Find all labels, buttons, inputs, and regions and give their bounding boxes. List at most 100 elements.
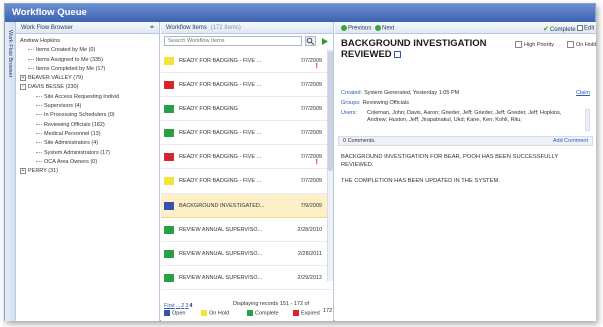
pager-display-text: Displaying records 151 - 172 of	[233, 301, 310, 307]
tree-node[interactable]: Medical Personnel (13)	[20, 130, 155, 139]
item-title: BACKGROUND INVESTIGATION REVIEWED	[341, 38, 516, 60]
add-comment-link[interactable]: Add Comment	[553, 138, 588, 144]
workflow-item-date: 7/7/2009	[300, 130, 322, 137]
workflow-item-row[interactable]: READY FOR BADGING - FIVE ... 7/7/2009	[161, 169, 332, 194]
workflow-items-list: READY FOR BADGING - FIVE ... 7/7/2009! REA…	[161, 49, 332, 290]
detail-toolbar: Previous Next ✔Complete Edit	[335, 22, 596, 34]
previous-label: Previous	[348, 25, 372, 32]
previous-icon	[341, 25, 347, 31]
workflow-item-name: REVIEW ANNUAL SUPERVISO...	[179, 226, 263, 233]
workflow-item-row[interactable]: READY FOR BADGING - FIVE ... 7/7/2009!	[161, 145, 332, 170]
pager-links: First...234	[164, 303, 193, 309]
workflow-item-row[interactable]: READY FOR BADGING - FIVE ... 7/7/2009!	[161, 49, 332, 74]
tree-connector	[28, 67, 34, 69]
legend-swatch	[201, 310, 207, 316]
collapsed-browser-strip[interactable]: Work Flow Browser	[5, 22, 16, 321]
workflow-item-row[interactable]: REVIEW ANNUAL SUPERVISO... 2/29/2012	[161, 266, 332, 290]
priority-flag-icon: !	[315, 159, 318, 167]
legend-label: On Hold	[209, 310, 230, 317]
claim-link[interactable]: Claim	[576, 90, 590, 96]
expand-icon[interactable]: +	[20, 74, 26, 81]
check-icon: ✔	[543, 26, 549, 33]
status-swatch	[164, 249, 174, 258]
workflow-item-name: READY FOR BADGING - FIVE ...	[179, 130, 262, 137]
workflow-item-name: READY FOR BADGING - FIVE ...	[179, 58, 262, 64]
search-icon[interactable]	[305, 36, 316, 46]
workflow-item-row[interactable]: REVIEW ANNUAL SUPERVISO... 2/28/2011	[161, 242, 332, 266]
edit-icon	[577, 25, 583, 31]
tree-node-label: Supervisors (4)	[44, 103, 82, 110]
legend-item-open: Open	[164, 310, 185, 318]
workflow-items-title: Workflow Items	[166, 25, 207, 31]
tree-connector	[36, 151, 42, 153]
pin-icon[interactable]: ⌖	[150, 24, 154, 32]
workflow-browser-pane: Work Flow Browser ⌖ Andrew Hopkins Items …	[16, 22, 160, 321]
expand-icon[interactable]: +	[20, 167, 26, 174]
complete-label: Complete	[549, 27, 576, 33]
tree-node[interactable]: Supervisors (4)	[20, 102, 155, 111]
pager-page-link[interactable]: 2	[181, 303, 184, 309]
workflow-item-row[interactable]: READY FOR BADGING 7/7/2009	[161, 97, 332, 122]
workflow-browser-title: Work Flow Browser	[21, 25, 73, 31]
tree-node[interactable]: Items Completed by Me (17)	[20, 65, 155, 74]
next-button[interactable]: Next	[375, 25, 394, 32]
items-scrollbar-thumb[interactable]	[328, 51, 333, 171]
workflow-item-row[interactable]: BACKGROUND INVESTIGATED... 7/9/2009	[161, 193, 332, 218]
open-external-icon[interactable]	[393, 50, 401, 58]
tree-node[interactable]: Items Created by Me (0)	[20, 46, 155, 55]
tree-node[interactable]: In Processing Schedulers (0)	[20, 111, 155, 120]
go-arrow-icon[interactable]	[320, 37, 329, 46]
items-scrollbar[interactable]	[327, 49, 333, 281]
tree-node[interactable]: System Administrators (17)	[20, 149, 155, 158]
tree-node[interactable]: Site Access Requesting Individ	[20, 93, 155, 102]
tree-node-label: In Processing Schedulers (0)	[44, 112, 115, 119]
workflow-item-date: 7/7/2009	[300, 58, 322, 64]
tree-connector	[36, 123, 42, 125]
workflow-item-date: 7/7/2009	[300, 82, 322, 89]
workflow-queue-window: Workflow Queue Work Flow Browser Work Fl…	[4, 3, 596, 321]
workflow-item-row[interactable]: READY FOR BADGING - FIVE ... 7/7/2009	[161, 121, 332, 146]
tree-node[interactable]: + PERRY (31)	[20, 167, 155, 176]
legend-label: Complete	[255, 310, 279, 317]
search-row	[161, 34, 333, 48]
tree-node-label: Items Created by Me (0)	[36, 47, 96, 54]
previous-button[interactable]: Previous	[341, 25, 371, 32]
workflow-item-date: 7/9/2009	[300, 202, 322, 209]
tree-node[interactable]: Site Administrators (4)	[20, 139, 155, 148]
tree-node[interactable]: - DAVIS BESSE (230)	[20, 83, 155, 92]
workflow-item-row[interactable]: REVIEW ANNUAL SUPERVISO... 2/28/2010	[161, 218, 332, 242]
tree-node[interactable]: Items Assigned to Me (335)	[20, 56, 155, 65]
status-swatch	[164, 273, 174, 282]
tree-node[interactable]: + BEAVER VALLEY (79)	[20, 74, 155, 83]
tree-connector	[28, 58, 34, 60]
users-scrollbar[interactable]	[585, 109, 590, 131]
high-priority-checkbox[interactable]: High Priority	[515, 41, 554, 48]
workflow-item-name: BACKGROUND INVESTIGATED...	[179, 202, 265, 209]
comments-bar: 0 Comments. Add Comment	[338, 136, 593, 146]
edit-label: Edit	[584, 25, 595, 32]
tree-node-label: DAVIS BESSE (230)	[28, 84, 79, 91]
tree-node-label: System Administrators (17)	[44, 149, 111, 156]
tree-node-label: PERRY (31)	[28, 168, 59, 175]
high-priority-box[interactable]	[515, 41, 522, 48]
tree-node-label: Medical Personnel (13)	[44, 130, 101, 137]
pager-page-link[interactable]: 3	[185, 303, 188, 309]
collapse-icon[interactable]: -	[20, 84, 26, 91]
complete-button[interactable]: ✔Complete	[543, 25, 576, 33]
on-hold-box[interactable]	[567, 41, 574, 48]
pager-first-link[interactable]: First	[164, 303, 175, 309]
tree-node[interactable]: OCA Area Owners (0)	[20, 158, 155, 167]
pager-ellipsis[interactable]: ...	[176, 303, 181, 309]
tree-node[interactable]: Reviewing Officials (182)	[20, 121, 155, 130]
workflow-item-name: READY FOR BADGING	[179, 106, 238, 113]
on-hold-checkbox[interactable]: On Hold	[567, 41, 596, 48]
tree-node-label: Reviewing Officials (182)	[44, 121, 105, 128]
tree-node-label: BEAVER VALLEY (79)	[28, 75, 84, 82]
workflow-item-row[interactable]: READY FOR BADGING - FIVE ... 7/7/2009	[161, 73, 332, 98]
edit-button[interactable]: Edit	[577, 25, 594, 32]
search-input[interactable]	[164, 36, 302, 46]
tree-node[interactable]: Andrew Hopkins	[20, 37, 155, 46]
status-swatch	[164, 177, 174, 186]
tree-node-label: Site Access Requesting Individ	[44, 93, 120, 100]
groups-row: Groups: Reviewing Officials	[341, 100, 409, 106]
